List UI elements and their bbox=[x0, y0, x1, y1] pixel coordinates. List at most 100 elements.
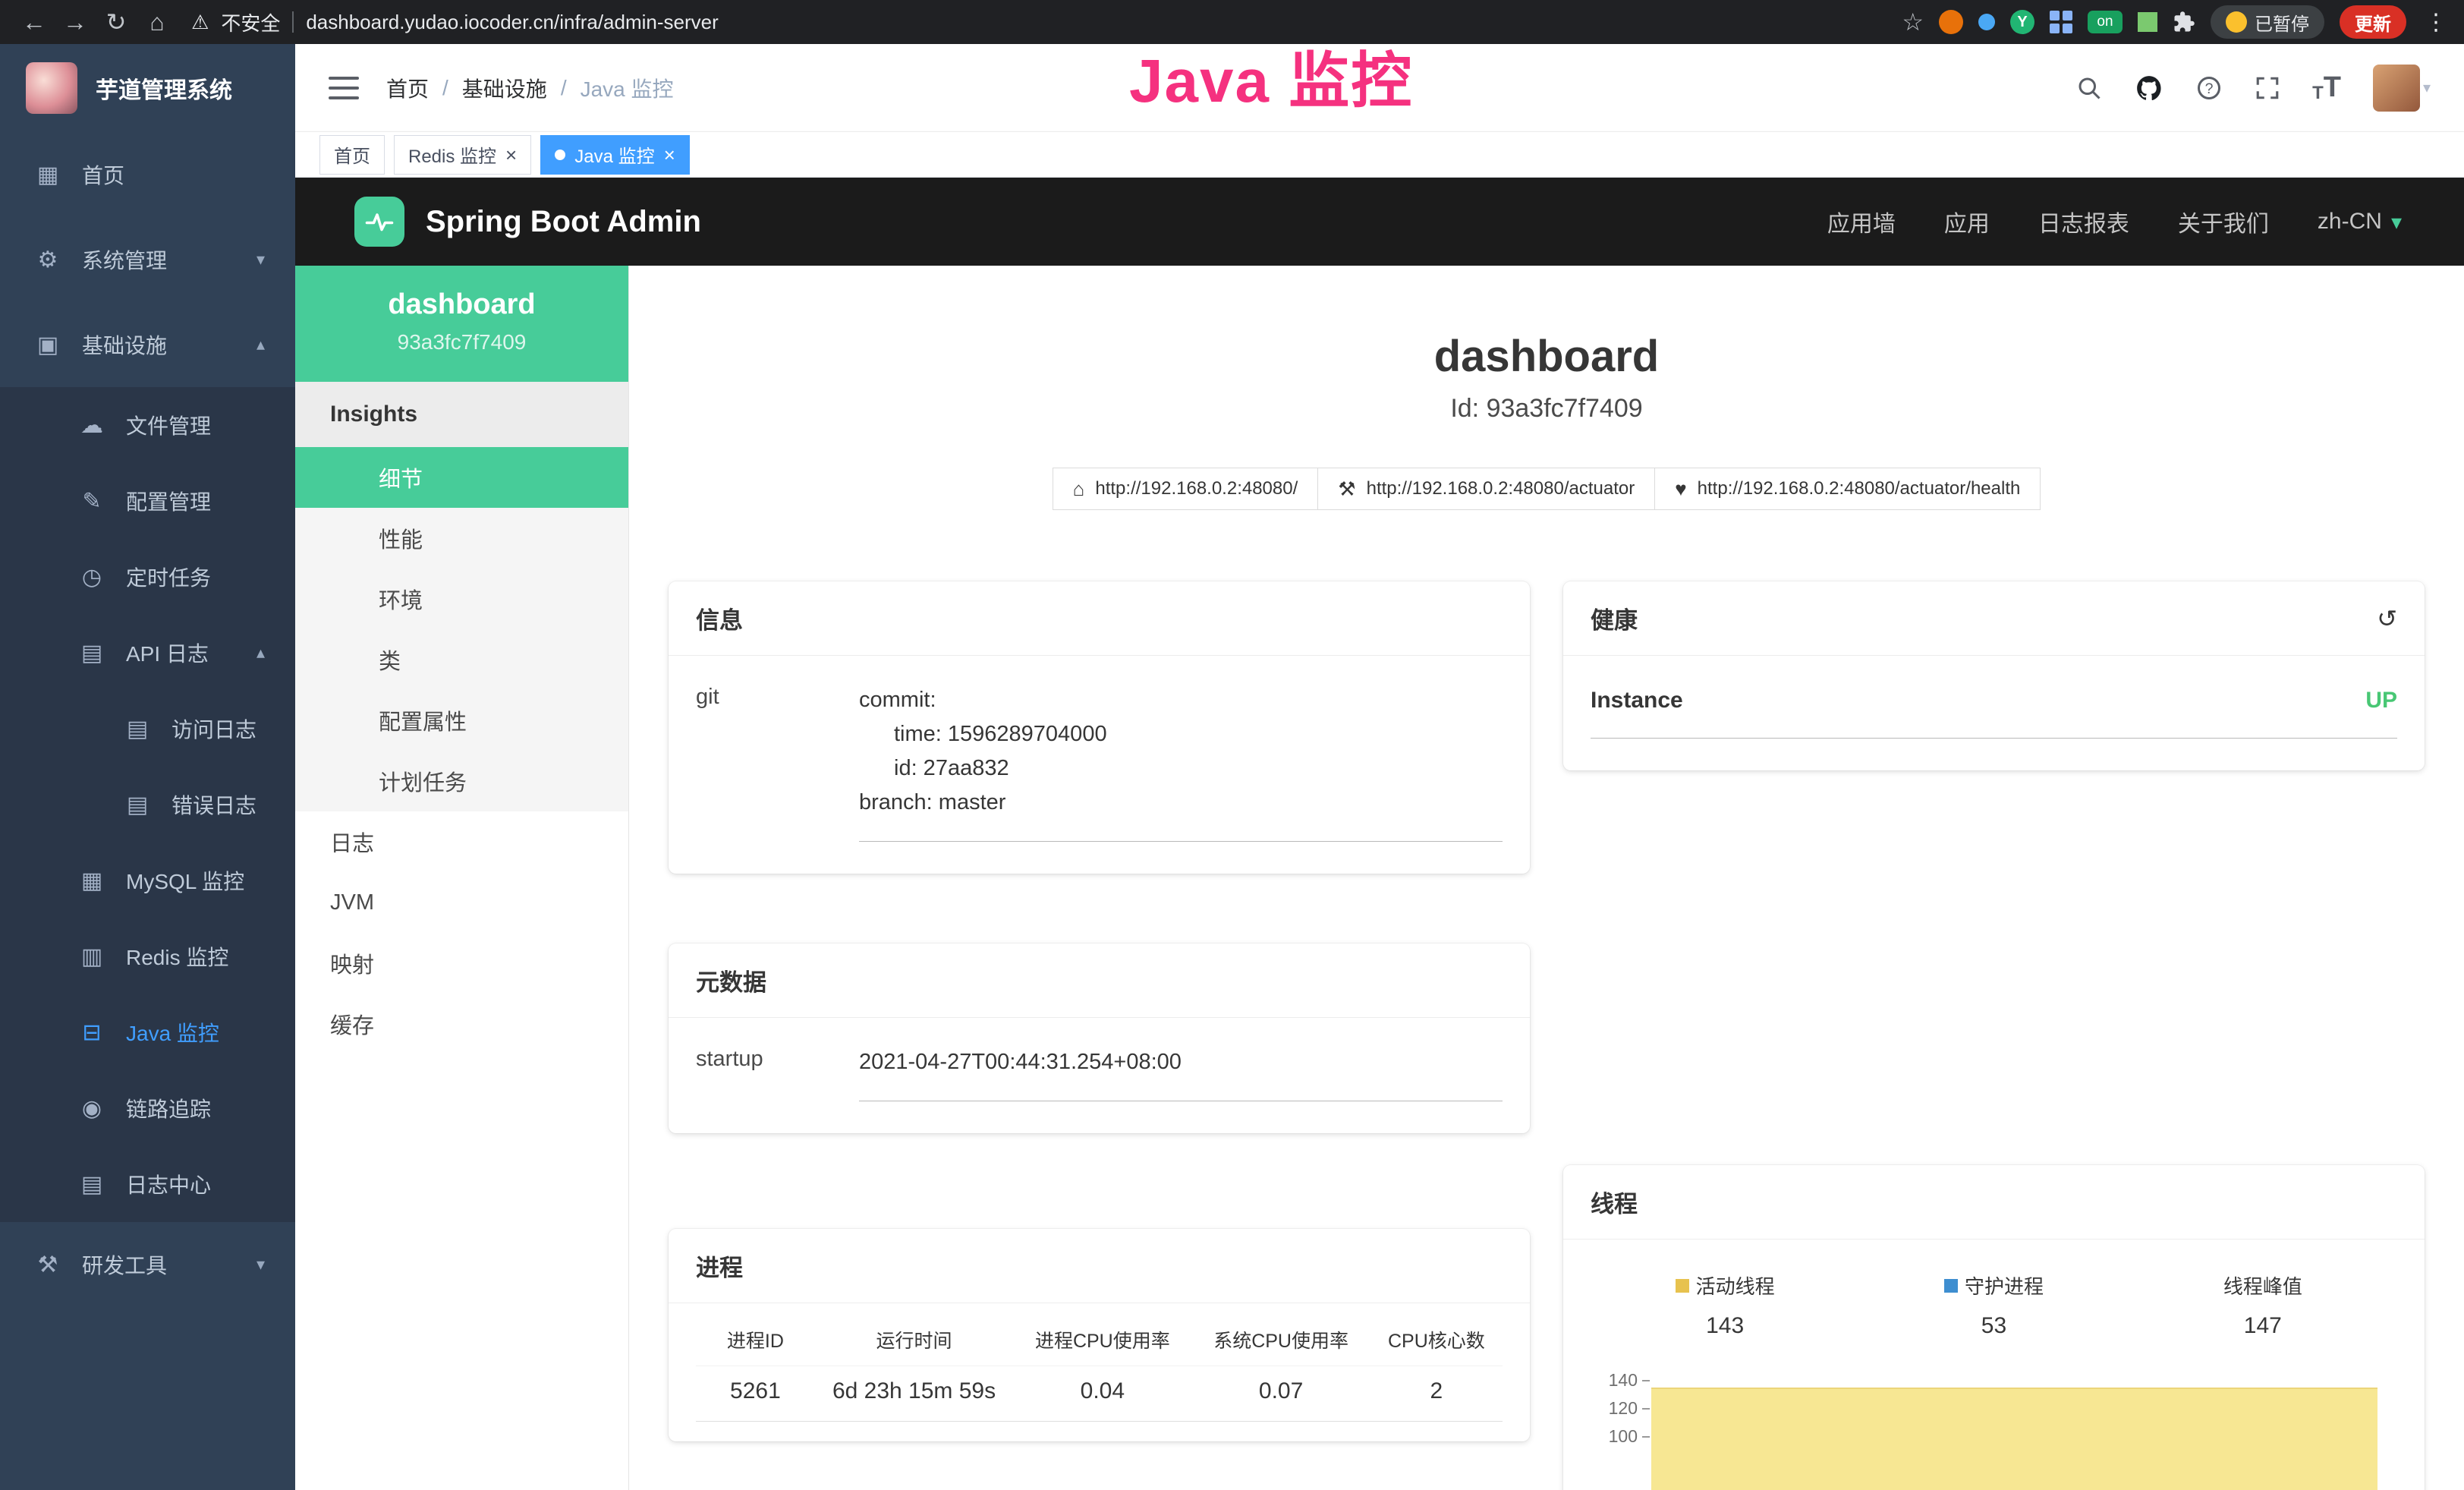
nav-item-applications[interactable]: 应用 bbox=[1944, 205, 1990, 238]
threads-legend: 活动线程 143 守护进程 bbox=[1591, 1271, 2397, 1339]
legend-value: 147 bbox=[2129, 1313, 2397, 1339]
extension-drop-icon[interactable] bbox=[1978, 14, 1995, 30]
sidebar-item-api-logs[interactable]: ▤ API 日志 ▴ bbox=[0, 615, 295, 691]
info-card: 信息 git commit: time: 1596289704000 id: 2… bbox=[669, 581, 1530, 874]
address-bar[interactable]: ⚠ 不安全 dashboard.yudao.iocoder.cn/infra/a… bbox=[191, 8, 1880, 36]
search-icon[interactable] bbox=[2075, 74, 2103, 102]
cards-right-column: 健康 ↺ Instance UP bbox=[1563, 581, 2425, 1490]
browser-menu-icon[interactable]: ⋮ bbox=[2425, 9, 2447, 36]
security-label[interactable]: 不安全 bbox=[221, 8, 280, 36]
gear-icon: ⚙ bbox=[30, 247, 65, 273]
timer-icon: ◷ bbox=[74, 564, 109, 591]
info-value: commit: time: 1596289704000 id: 27aa832 … bbox=[859, 683, 1503, 842]
menu-item-config-props[interactable]: 配置属性 bbox=[295, 690, 628, 751]
breadcrumb-item-infrastructure[interactable]: 基础设施 bbox=[462, 73, 547, 103]
active-tab-dot bbox=[555, 150, 565, 160]
legend-label: 活动线程 bbox=[1696, 1271, 1775, 1299]
file-icon: ☁ bbox=[74, 412, 109, 439]
extensions-puzzle-icon[interactable] bbox=[2173, 11, 2195, 33]
process-value: 0.07 bbox=[1191, 1366, 1370, 1422]
legend-value: 143 bbox=[1591, 1313, 1859, 1339]
fullscreen-icon[interactable] bbox=[2255, 75, 2280, 101]
bookmark-star-icon[interactable]: ☆ bbox=[1902, 8, 1924, 36]
sidebar-item-dev-tools[interactable]: ⚒ 研发工具 ▾ bbox=[0, 1222, 295, 1307]
extension-leaf-icon[interactable] bbox=[2138, 12, 2157, 32]
instance-link-health[interactable]: ♥ http://192.168.0.2:48080/actuator/heal… bbox=[1654, 468, 2041, 510]
extension-grid-icon[interactable] bbox=[2050, 11, 2072, 33]
forward-icon[interactable]: → bbox=[58, 0, 93, 44]
card-title: 元数据 bbox=[669, 943, 1530, 1018]
text-size-icon[interactable] bbox=[2312, 71, 2341, 104]
app-menu: ▦ 首页 ⚙ 系统管理 ▾ ▣ 基础设施 ▴ ☁ 文件管理 bbox=[0, 132, 295, 1490]
menu-item-caches[interactable]: 缓存 bbox=[295, 994, 628, 1054]
menu-item-mappings[interactable]: 映射 bbox=[295, 933, 628, 994]
menu-item-logs[interactable]: 日志 bbox=[295, 811, 628, 872]
close-icon[interactable]: × bbox=[664, 145, 675, 165]
nav-item-about[interactable]: 关于我们 bbox=[2178, 205, 2269, 238]
breadcrumb-item-home[interactable]: 首页 bbox=[386, 73, 429, 103]
sidebar-item-infrastructure[interactable]: ▣ 基础设施 ▴ bbox=[0, 302, 295, 387]
info-row: git commit: time: 1596289704000 id: 27aa… bbox=[696, 683, 1503, 842]
menu-item-classes[interactable]: 类 bbox=[295, 629, 628, 690]
live-threads-area bbox=[1651, 1388, 2377, 1490]
sidebar-item-label: 基础设施 bbox=[82, 329, 167, 360]
chevron-up-icon: ▴ bbox=[256, 335, 265, 354]
help-icon[interactable]: ? bbox=[2195, 74, 2223, 102]
cards-left-column: 信息 git commit: time: 1596289704000 id: 2… bbox=[669, 581, 1530, 1441]
menu-item-environment[interactable]: 环境 bbox=[295, 569, 628, 629]
doc-icon: ▤ bbox=[120, 716, 155, 742]
menu-item-metrics[interactable]: 性能 bbox=[295, 508, 628, 569]
spring-boot-admin-logo[interactable] bbox=[354, 197, 404, 247]
instance-id-subtitle: Id: 93a3fc7f7409 bbox=[629, 394, 2464, 424]
sidebar-item-access-logs[interactable]: ▤ 访问日志 bbox=[0, 691, 295, 767]
caret-down-icon: ▾ bbox=[2423, 78, 2431, 97]
url-text[interactable]: dashboard.yudao.iocoder.cn/infra/admin-s… bbox=[306, 11, 718, 34]
sidebar-item-java-monitor[interactable]: ⊟ Java 监控 bbox=[0, 994, 295, 1070]
tab-home[interactable]: 首页 bbox=[319, 135, 385, 175]
health-row[interactable]: Instance UP bbox=[1591, 688, 2397, 739]
github-icon[interactable] bbox=[2135, 74, 2163, 102]
close-icon[interactable]: × bbox=[505, 145, 517, 165]
sidebar-item-scheduled-tasks[interactable]: ◷ 定时任务 bbox=[0, 539, 295, 615]
user-avatar[interactable]: ▾ bbox=[2373, 65, 2431, 112]
browser-home-icon[interactable]: ⌂ bbox=[140, 0, 175, 44]
sidebar-item-home[interactable]: ▦ 首页 bbox=[0, 132, 295, 217]
locale-selector[interactable]: zh-CN ▾ bbox=[2318, 209, 2402, 235]
menu-item-jvm[interactable]: JVM bbox=[295, 872, 628, 933]
legend-label: 线程峰值 bbox=[2223, 1271, 2302, 1299]
sidebar-item-mysql-monitor[interactable]: ▦ MySQL 监控 bbox=[0, 843, 295, 918]
instance-link-actuator[interactable]: ⚒ http://192.168.0.2:48080/actuator bbox=[1317, 468, 1655, 510]
instance-link-home[interactable]: ⌂ http://192.168.0.2:48080/ bbox=[1053, 468, 1319, 510]
tab-redis-monitor[interactable]: Redis 监控 × bbox=[394, 135, 531, 175]
history-icon[interactable]: ↺ bbox=[2377, 604, 2397, 633]
nav-item-journal[interactable]: 日志报表 bbox=[2038, 205, 2129, 238]
sba-nav: 应用墙 应用 日志报表 关于我们 zh-CN ▾ bbox=[1827, 205, 2402, 238]
paused-badge[interactable]: 已暂停 bbox=[2211, 5, 2324, 39]
extension-y-icon[interactable]: Y bbox=[2010, 10, 2034, 34]
root-menu: 日志 JVM 映射 缓存 bbox=[295, 811, 628, 1054]
legend-swatch-yellow bbox=[1676, 1279, 1689, 1293]
extension-on-badge[interactable]: on bbox=[2088, 11, 2123, 33]
update-button[interactable]: 更新 bbox=[2340, 5, 2406, 39]
sidebar-item-file-management[interactable]: ☁ 文件管理 bbox=[0, 387, 295, 463]
menu-item-details[interactable]: 细节 bbox=[295, 447, 628, 508]
status-badge: UP bbox=[2365, 688, 2397, 713]
menu-item-scheduled-tasks[interactable]: 计划任务 bbox=[295, 751, 628, 811]
hamburger-icon[interactable] bbox=[329, 77, 359, 99]
tab-java-monitor[interactable]: Java 监控 × bbox=[540, 135, 690, 175]
sidebar-item-error-logs[interactable]: ▤ 错误日志 bbox=[0, 767, 295, 843]
back-icon[interactable]: ← bbox=[17, 0, 52, 44]
eye-icon: ◉ bbox=[74, 1095, 109, 1122]
page: ← → ↻ ⌂ ⚠ 不安全 dashboard.yudao.iocoder.cn… bbox=[0, 0, 2464, 1490]
extension-icon[interactable] bbox=[1939, 10, 1963, 34]
nav-item-wallboard[interactable]: 应用墙 bbox=[1827, 205, 1896, 238]
sidebar-item-link-tracing[interactable]: ◉ 链路追踪 bbox=[0, 1070, 295, 1146]
insights-section-title[interactable]: Insights bbox=[295, 382, 628, 447]
card-title: 线程 bbox=[1563, 1165, 2425, 1240]
sidebar-item-config-management[interactable]: ✎ 配置管理 bbox=[0, 463, 295, 539]
caret-down-icon: ▾ bbox=[2391, 209, 2402, 235]
sidebar-item-system-management[interactable]: ⚙ 系统管理 ▾ bbox=[0, 217, 295, 302]
sidebar-item-log-center[interactable]: ▤ 日志中心 bbox=[0, 1146, 295, 1222]
reload-icon[interactable]: ↻ bbox=[99, 0, 134, 44]
sidebar-item-redis-monitor[interactable]: ▥ Redis 监控 bbox=[0, 918, 295, 994]
